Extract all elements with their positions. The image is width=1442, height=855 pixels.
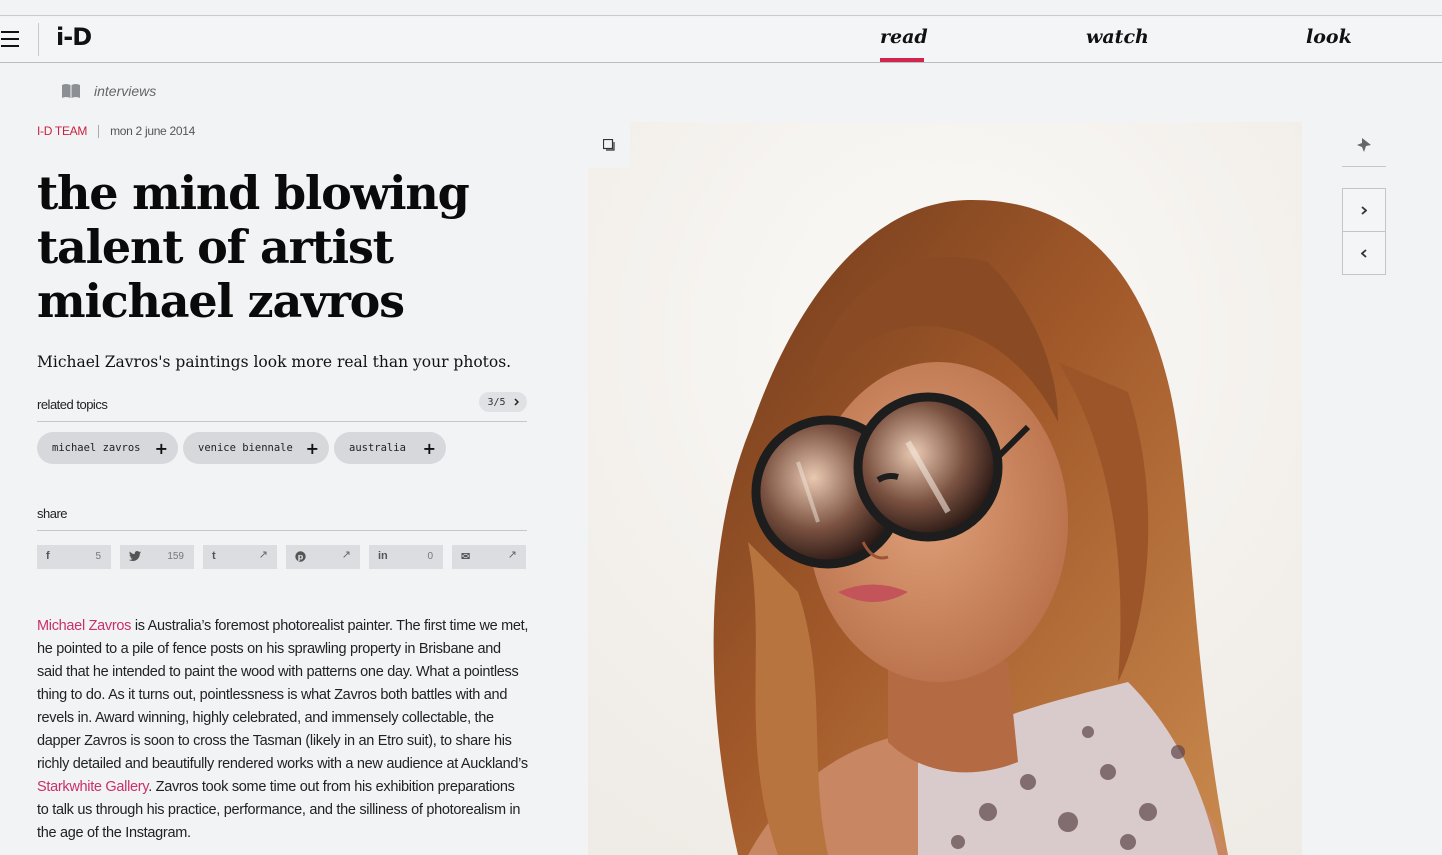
linkedin-icon: in — [378, 550, 388, 562]
body-text-part: is Australia’s foremost photorealist pai… — [37, 618, 529, 772]
external-arrow-icon: ↗ — [258, 549, 268, 561]
plus-icon: + — [305, 438, 319, 458]
tag-label: australia — [349, 442, 406, 454]
nav-active-indicator — [880, 58, 924, 62]
pin-icon — [1357, 138, 1371, 152]
chevron-left-icon — [1361, 248, 1367, 258]
share-count: 5 — [95, 551, 101, 562]
header-divider — [38, 23, 39, 56]
byline: I-D TEAM mon 2 june 2014 — [37, 124, 195, 138]
related-topics-label: related topics — [37, 397, 108, 412]
share-rule — [37, 530, 527, 531]
external-arrow-icon: ↗ — [507, 549, 517, 561]
article-title: the mind blowing talent of artist michae… — [37, 166, 470, 328]
site-logo[interactable]: i-D — [56, 23, 92, 51]
artist-link[interactable]: Michael Zavros — [37, 618, 131, 634]
plus-icon: + — [422, 438, 436, 458]
chevron-right-icon — [514, 398, 519, 406]
nav-watch[interactable]: watch — [1086, 26, 1149, 48]
site-header: i-D read watch look — [0, 17, 1442, 63]
share-twitter-button[interactable]: 159 — [120, 545, 194, 569]
share-facebook-button[interactable]: f 5 — [37, 545, 111, 569]
nav-read[interactable]: read — [880, 26, 928, 48]
chevron-right-icon — [1361, 205, 1367, 215]
article-standfirst: Michael Zavros's paintings look more rea… — [37, 353, 512, 371]
book-icon — [62, 84, 80, 98]
facebook-icon: f — [46, 550, 50, 562]
tag-chip[interactable]: michael zavros + — [37, 432, 178, 464]
tag-chip[interactable]: venice biennale + — [183, 432, 329, 464]
share-pinterest-button[interactable]: p ↗ — [286, 545, 360, 569]
tumblr-icon: t — [212, 550, 216, 562]
share-linkedin-button[interactable]: in 0 — [369, 545, 443, 569]
category-label[interactable]: interviews — [94, 83, 156, 99]
share-tumblr-button[interactable]: t ↗ — [203, 545, 277, 569]
hamburger-menu-icon[interactable] — [1, 31, 19, 47]
svg-text:p: p — [298, 552, 304, 561]
article-body: Michael Zavros is Australia’s foremost p… — [37, 615, 529, 845]
topics-pager[interactable]: 3/5 — [479, 392, 527, 412]
tag-label: venice biennale — [198, 442, 293, 454]
share-count: 0 — [427, 551, 433, 562]
pinterest-icon: p — [295, 551, 306, 562]
pager-count: 3/5 — [487, 396, 506, 408]
share-label: share — [37, 506, 68, 521]
email-icon: ✉ — [461, 551, 471, 563]
related-topics-rule — [37, 421, 527, 422]
share-email-button[interactable]: ✉ ↗ — [452, 545, 526, 569]
tag-chip[interactable]: australia + — [334, 432, 446, 464]
publish-date: mon 2 june 2014 — [110, 124, 195, 138]
author-link[interactable]: I-D TEAM — [37, 124, 87, 138]
browser-top-strip — [0, 0, 1442, 16]
external-arrow-icon: ↗ — [341, 549, 351, 561]
twitter-icon — [129, 551, 141, 561]
next-article-button[interactable] — [1342, 188, 1386, 232]
gallery-link[interactable]: Starkwhite Gallery — [37, 779, 148, 795]
share-count: 159 — [167, 551, 184, 562]
tag-label: michael zavros — [52, 442, 141, 454]
expand-icon[interactable] — [603, 139, 615, 151]
plus-icon: + — [154, 438, 168, 458]
hero-image — [588, 122, 1302, 855]
nav-look[interactable]: look — [1306, 26, 1352, 48]
pin-button[interactable] — [1342, 125, 1386, 167]
byline-separator — [98, 124, 100, 138]
previous-article-button[interactable] — [1342, 231, 1386, 275]
